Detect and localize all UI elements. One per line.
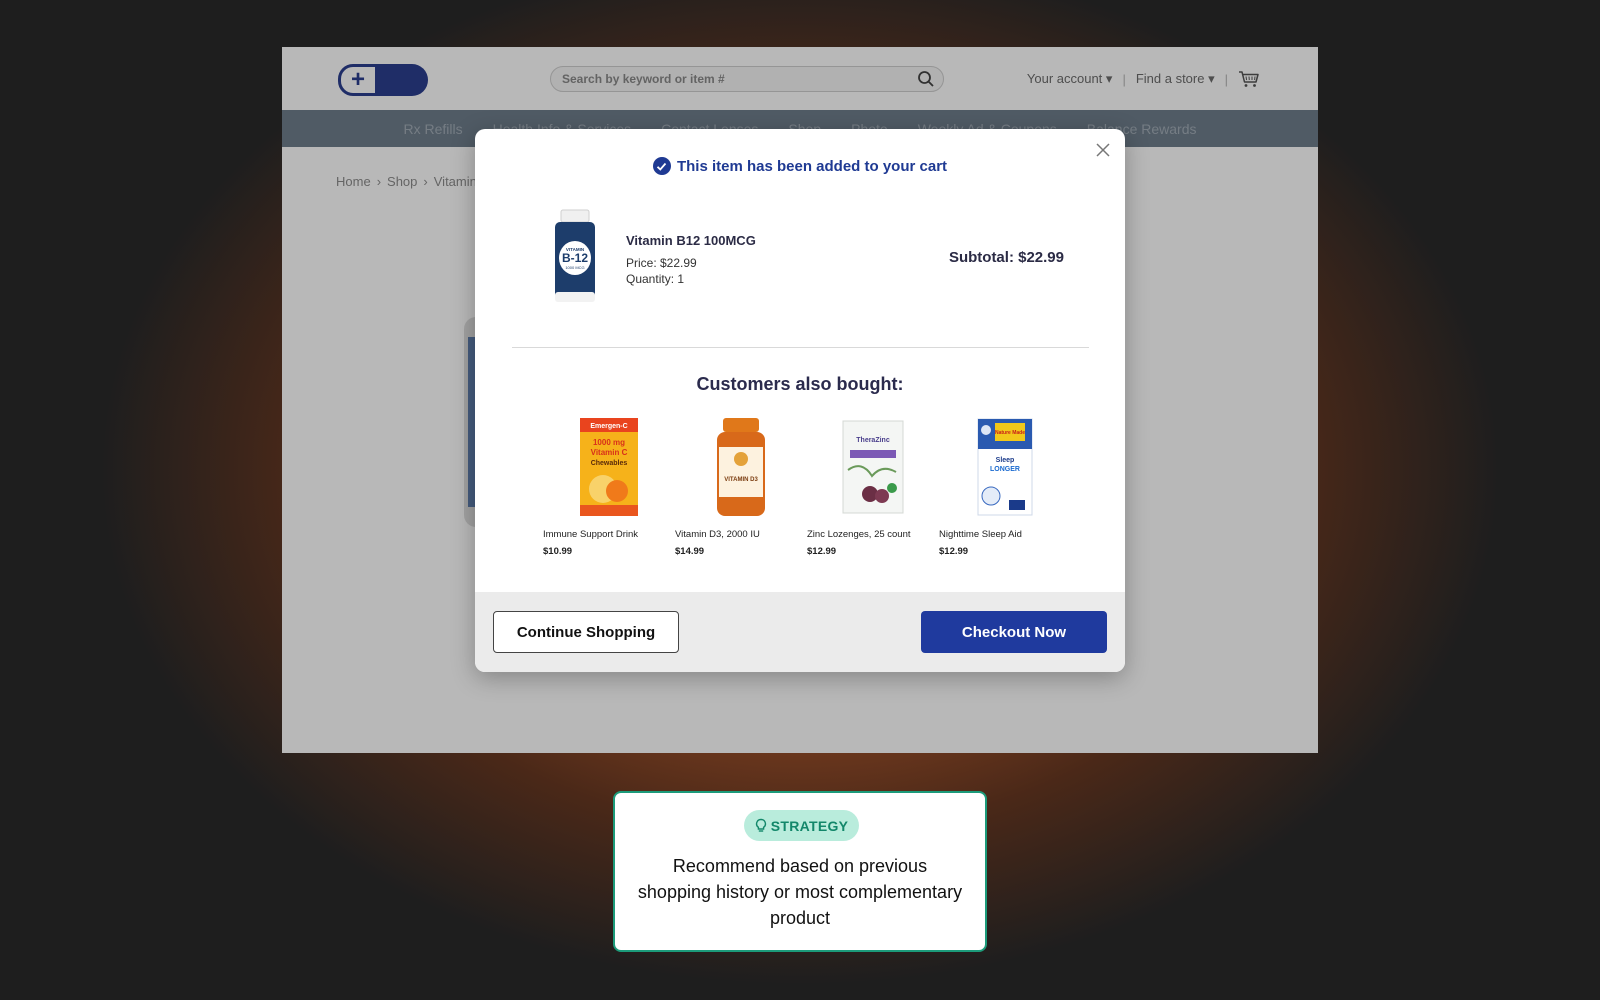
recommendation-item[interactable]: Emergen-C 1000 mg Vitamin C Chewables Im…	[543, 417, 675, 557]
modal-title-text: This item has been added to your cart	[676, 157, 948, 175]
b12-label-main: B-12	[562, 251, 588, 265]
product-name: Vitamin B12 100MCG	[626, 233, 756, 248]
strategy-badge: STRATEGY	[744, 810, 859, 841]
recommendation-price: $10.99	[543, 546, 573, 557]
sleep-label-main: Sleep	[996, 457, 1015, 464]
modal-footer: Continue Shopping Checkout Now	[475, 592, 1125, 672]
recommendation-name: Zinc Lozenges, 25 count	[807, 529, 911, 540]
continue-shopping-button[interactable]: Continue Shopping	[493, 611, 679, 653]
sleep-label-brand: Nature Made	[995, 430, 1025, 436]
divider	[512, 347, 1089, 348]
emergen-label-main: Vitamin C	[591, 448, 628, 457]
sleep-label-sub: LONGER	[990, 466, 1020, 473]
checkout-now-button[interactable]: Checkout Now	[921, 611, 1107, 653]
recommendation-name: Nighttime Sleep Aid	[939, 529, 1022, 540]
b12-label-dose: 1000 MCG	[565, 265, 584, 270]
recommendation-price: $14.99	[675, 546, 705, 557]
recommendations-list: Emergen-C 1000 mg Vitamin C Chewables Im…	[543, 417, 1071, 557]
check-circle-icon	[652, 157, 671, 175]
cart-product-info: Vitamin B12 100MCG Price: $22.99 Quantit…	[626, 233, 756, 287]
also-bought-heading: Customers also bought:	[696, 374, 904, 394]
vitamin-d3-bottle-image: VITAMIN D3	[717, 418, 765, 516]
product-price: Price: $22.99	[626, 256, 697, 270]
recommendation-price: $12.99	[807, 546, 837, 557]
emergen-label-dose: 1000 mg	[593, 438, 625, 447]
modal-title: This item has been added to your cart	[475, 157, 1125, 175]
zinc-lozenges-image: TheraZinc	[842, 420, 904, 514]
emergen-label-brand: Emergen-C	[590, 423, 627, 430]
recommendation-item[interactable]: VITAMIN D3 Vitamin D3, 2000 IU $14.99	[675, 417, 807, 557]
zinc-label-main: TheraZinc	[856, 437, 890, 444]
recommendation-name: Immune Support Drink	[543, 529, 639, 540]
product-quantity: Quantity: 1	[626, 272, 685, 286]
strategy-badge-label: STRATEGY	[770, 817, 849, 834]
lightbulb-icon	[755, 818, 766, 832]
recommendation-item[interactable]: TheraZinc Zinc Lozenges, 25 count $12.99	[807, 417, 939, 557]
recommendation-item[interactable]: Nature Made Sleep LONGER Nighttime Sleep…	[939, 417, 1071, 557]
d3-label-main: VITAMIN D3	[724, 477, 758, 483]
recommendation-price: $12.99	[939, 546, 969, 557]
added-to-cart-modal: This item has been added to your cart VI…	[475, 129, 1125, 672]
recommendation-name: Vitamin D3, 2000 IU	[675, 529, 760, 540]
sleep-aid-image: Nature Made Sleep LONGER	[977, 418, 1033, 516]
close-icon[interactable]	[1095, 142, 1111, 158]
vitamin-b12-bottle-image: VITAMIN B-12 1000 MCG	[555, 209, 595, 302]
immune-drink-image: Emergen-C 1000 mg Vitamin C Chewables	[580, 418, 638, 516]
emergen-label-type: Chewables	[591, 460, 628, 467]
subtotal: Subtotal: $22.99	[948, 249, 1064, 266]
strategy-text: Recommend based on previous shopping his…	[637, 856, 963, 928]
strategy-card: STRATEGY Recommend based on previous sho…	[613, 791, 987, 952]
